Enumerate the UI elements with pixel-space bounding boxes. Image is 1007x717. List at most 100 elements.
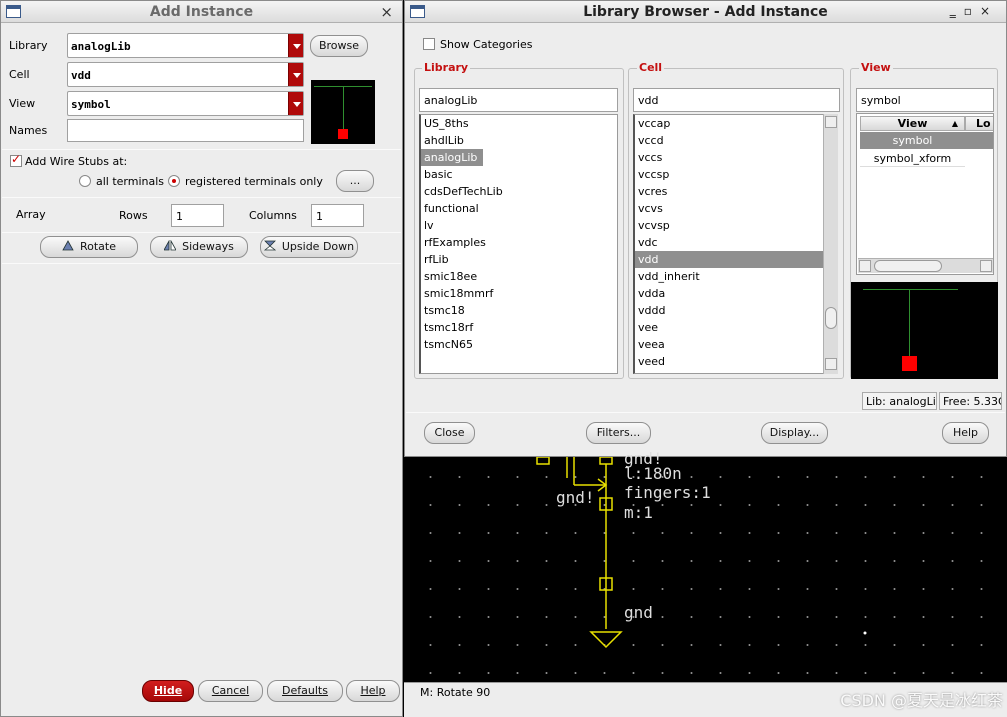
- rotate-button[interactable]: Rotate: [40, 236, 138, 258]
- chevron-down-icon[interactable]: [288, 63, 303, 86]
- cancel-button[interactable]: Cancel: [198, 680, 263, 702]
- library-list-item[interactable]: tsmc18: [421, 302, 617, 319]
- cell-list-item[interactable]: vdc: [635, 234, 823, 251]
- view-row-symbol-xform[interactable]: symbol_xform: [860, 150, 965, 167]
- library-list-item[interactable]: ahdlLib: [421, 132, 617, 149]
- divider: [2, 263, 401, 264]
- cell-list-item[interactable]: vccap: [635, 115, 823, 132]
- library-list-item[interactable]: basic: [421, 166, 617, 183]
- cell-list[interactable]: vccap vccd vccs vccsp vcres vcvs vcvsp vdc vdd vd…: [633, 114, 824, 374]
- cell-filter-input[interactable]: vdd: [633, 88, 840, 112]
- close-button[interactable]: Close: [424, 422, 475, 444]
- scroll-thumb[interactable]: [825, 307, 837, 329]
- cell-list-scrollbar[interactable]: [823, 114, 838, 374]
- library-list-item[interactable]: smic18ee: [421, 268, 617, 285]
- view-label: View: [9, 97, 36, 110]
- view-combo[interactable]: symbol: [67, 91, 304, 116]
- chevron-down-icon[interactable]: [288, 92, 303, 115]
- registered-terminals-label: registered terminals only: [185, 175, 323, 188]
- location-column-header[interactable]: Lo: [965, 116, 993, 131]
- names-input[interactable]: [67, 119, 304, 142]
- help-button[interactable]: Help: [942, 422, 989, 444]
- scroll-down-icon[interactable]: [825, 358, 837, 370]
- cell-list-item[interactable]: vddd: [635, 302, 823, 319]
- scroll-left-icon[interactable]: [859, 260, 871, 272]
- symbol-stem: [343, 86, 344, 130]
- library-filter-input[interactable]: analogLib: [419, 88, 618, 112]
- filters-button[interactable]: Filters...: [586, 422, 651, 444]
- cell-list-item[interactable]: veed: [635, 353, 823, 370]
- cell-list-item[interactable]: vcvsp: [635, 217, 823, 234]
- schematic-canvas[interactable]: gnd! l:180n gnd! fingers:1 m:1 gnd: [404, 449, 1007, 682]
- upside-down-button[interactable]: Upside Down: [260, 236, 358, 258]
- cell-list-item[interactable]: vee: [635, 319, 823, 336]
- view-table-hscrollbar[interactable]: [858, 258, 993, 273]
- divider: [2, 197, 401, 198]
- cell-list-item[interactable]: vccs: [635, 149, 823, 166]
- show-categories-checkbox[interactable]: [423, 38, 435, 50]
- library-label: Library: [9, 39, 48, 52]
- library-combo[interactable]: analogLib: [67, 33, 304, 58]
- view-table[interactable]: View ▲ Lo symbol symbol_xform: [856, 113, 994, 275]
- cursor-dot: [863, 631, 867, 635]
- scroll-thumb[interactable]: [874, 260, 942, 272]
- cell-list-item[interactable]: vcres: [635, 183, 823, 200]
- wire-stub-options-button[interactable]: ...: [336, 170, 374, 192]
- cell-list-item[interactable]: vdd_inherit: [635, 268, 823, 285]
- free-space-status: Free: 5.33G: [939, 392, 1002, 410]
- upside-down-label: Upside Down: [281, 240, 355, 253]
- multiplier-label: m:1: [624, 503, 653, 522]
- cell-list-item[interactable]: vcvs: [635, 200, 823, 217]
- view-row-symbol[interactable]: symbol: [860, 132, 965, 149]
- browse-button[interactable]: Browse: [310, 35, 368, 57]
- close-icon[interactable]: ×: [980, 4, 998, 18]
- cell-combo[interactable]: vdd: [67, 62, 304, 87]
- all-terminals-radio[interactable]: [79, 175, 91, 187]
- command-status-bar: M: Rotate 90 CSDN @夏天是冰红茶: [404, 682, 1007, 717]
- view-column-header[interactable]: View ▲: [860, 116, 965, 131]
- symbol-preview: [311, 80, 375, 144]
- library-list-item[interactable]: tsmc18rf: [421, 319, 617, 336]
- chevron-down-icon[interactable]: [288, 34, 303, 57]
- cell-group-label: Cell: [637, 61, 665, 74]
- library-group-label: Library: [422, 61, 471, 74]
- view-filter-input[interactable]: symbol: [856, 88, 994, 112]
- array-label: Array: [16, 208, 46, 221]
- library-list-item[interactable]: US_8ths: [421, 115, 617, 132]
- library-list-item[interactable]: lv: [421, 217, 617, 234]
- display-button[interactable]: Display...: [761, 422, 828, 444]
- cell-list-item[interactable]: veea: [635, 336, 823, 353]
- gnd-left-label: gnd!: [556, 488, 595, 507]
- help-button[interactable]: Help: [346, 680, 400, 702]
- defaults-button[interactable]: Defaults: [267, 680, 343, 702]
- hide-button[interactable]: Hide: [142, 680, 194, 702]
- add-instance-titlebar[interactable]: Add Instance ×: [1, 1, 402, 23]
- library-list-item[interactable]: rfLib: [421, 251, 617, 268]
- cell-list-item[interactable]: vccd: [635, 132, 823, 149]
- library-list-item[interactable]: tsmcN65: [421, 336, 617, 353]
- upside-down-icon: [263, 240, 276, 251]
- rows-input[interactable]: 1: [171, 204, 224, 227]
- scroll-right-icon[interactable]: [980, 260, 992, 272]
- library-list-item[interactable]: smic18mmrf: [421, 285, 617, 302]
- maximize-icon[interactable]: ▫: [964, 4, 980, 18]
- registered-terminals-radio[interactable]: [168, 175, 180, 187]
- window-title: Library Browser - Add Instance: [583, 4, 828, 20]
- view-column-label: View: [897, 117, 928, 130]
- rotate-icon: [62, 240, 74, 251]
- library-list-item[interactable]: functional: [421, 200, 617, 217]
- library-list-item[interactable]: cdsDefTechLib: [421, 183, 617, 200]
- cell-list-item[interactable]: vccsp: [635, 166, 823, 183]
- library-list[interactable]: US_8ths ahdlLib analogLib basic cdsDefTechLi…: [419, 114, 618, 374]
- library-list-item[interactable]: rfExamples: [421, 234, 617, 251]
- wire-stubs-checkbox[interactable]: [10, 152, 22, 167]
- columns-input[interactable]: 1: [311, 204, 364, 227]
- cell-list-item[interactable]: vdd: [635, 251, 823, 268]
- close-icon[interactable]: ×: [380, 3, 393, 21]
- cell-list-item[interactable]: vdda: [635, 285, 823, 302]
- minimize-icon[interactable]: ‗: [950, 4, 964, 18]
- library-list-item[interactable]: analogLib: [421, 149, 483, 166]
- sideways-button[interactable]: Sideways: [150, 236, 248, 258]
- scroll-up-icon[interactable]: [825, 116, 837, 128]
- library-browser-titlebar[interactable]: Library Browser - Add Instance ‗▫×: [405, 1, 1006, 23]
